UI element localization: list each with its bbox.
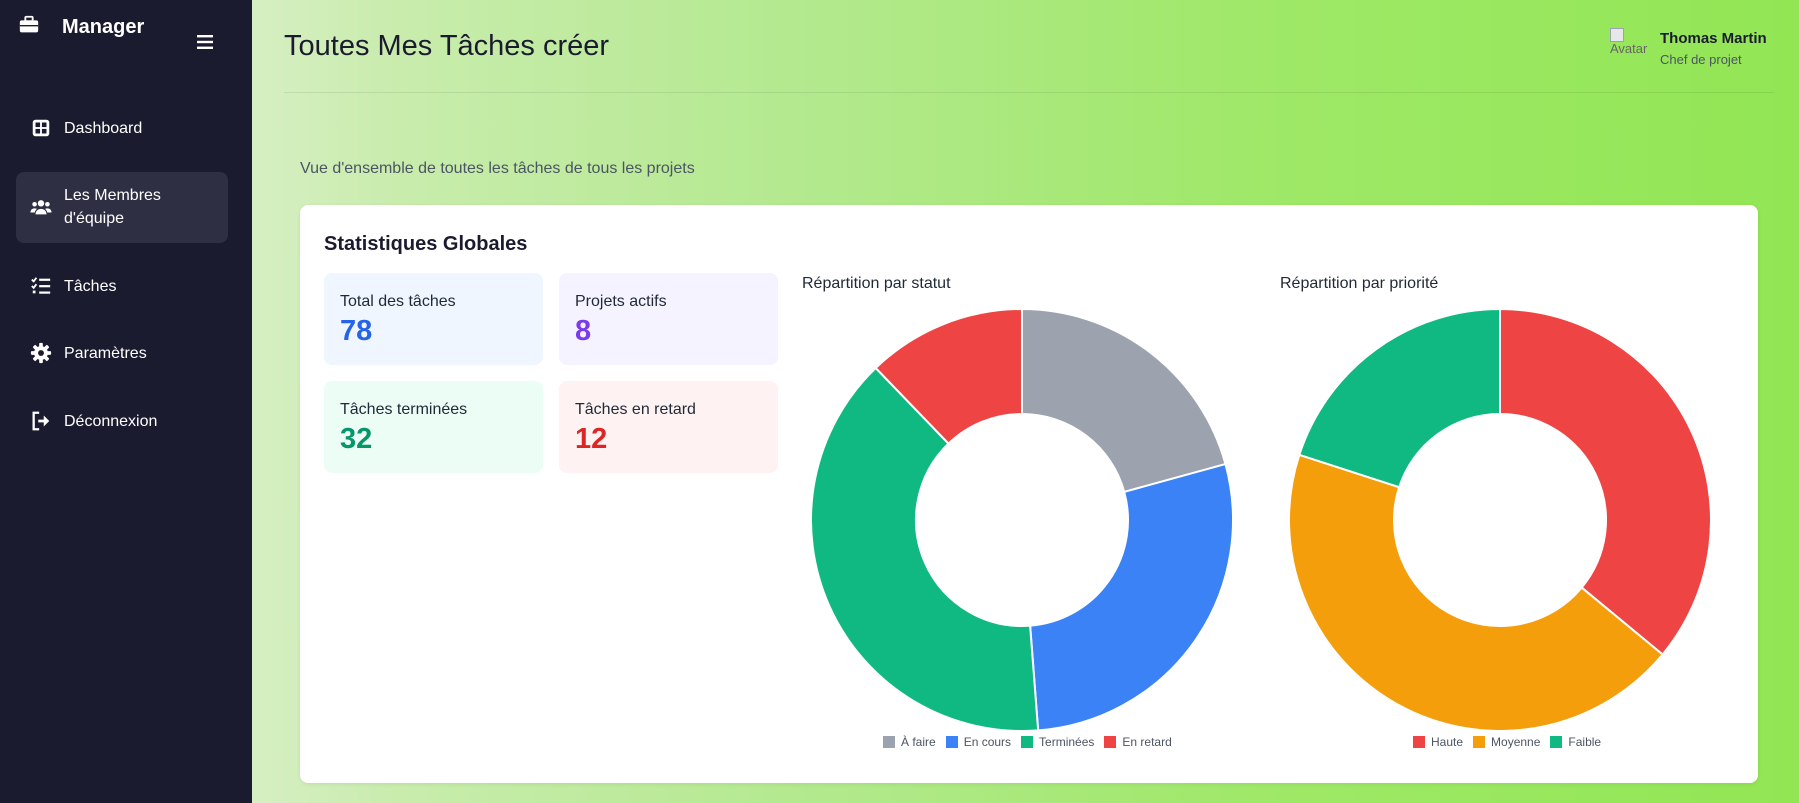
legend-swatch	[883, 736, 895, 748]
brand-name: Manager	[62, 16, 145, 38]
legend-item-moyenne[interactable]: Moyenne	[1473, 735, 1540, 749]
legend-swatch	[1550, 736, 1563, 748]
stat-active-projects: Projets actifs 8	[559, 273, 778, 365]
legend-item-en-cours[interactable]: En cours	[945, 735, 1012, 749]
legend-swatch	[1104, 736, 1117, 748]
stat-label: Tâches en retard	[575, 401, 696, 418]
legend-label: En retard	[1122, 735, 1172, 749]
stat-completed-tasks: Tâches terminées 32	[324, 381, 543, 473]
sidebar-item-label: Déconnexion	[64, 413, 158, 430]
users-icon	[30, 200, 52, 215]
sidebar-item-label: Paramètres	[64, 345, 147, 362]
stat-value: 8	[575, 315, 592, 347]
stat-value: 12	[575, 423, 608, 455]
legend-item-a-faire[interactable]: À faire	[883, 735, 936, 749]
priority-donut-chart	[1288, 307, 1712, 730]
legend-label: Moyenne	[1491, 735, 1541, 749]
sidebar-item-team-members[interactable]: Les Membres d'équipe	[16, 172, 228, 243]
stat-value: 78	[340, 315, 373, 347]
stat-label: Total des tâches	[340, 293, 456, 310]
brand[interactable]: Manager	[18, 14, 144, 38]
donut-slice-en-cours[interactable]	[1029, 462, 1234, 730]
legend-item-haute[interactable]: Haute	[1413, 735, 1463, 749]
label-line-1: Les Membres	[64, 187, 161, 204]
donut-slice-terminees[interactable]	[810, 366, 1040, 730]
briefcase-icon	[19, 15, 39, 33]
sidebar-item-label: Les Membres d'équipe	[64, 184, 161, 230]
status-donut-chart	[810, 307, 1234, 730]
legend-swatch	[1473, 736, 1486, 748]
stat-late-tasks: Tâches en retard 12	[559, 381, 778, 473]
user-name: Thomas Martin	[1660, 30, 1767, 47]
legend-label: Terminées	[1039, 735, 1095, 749]
page-title: Toutes Mes Tâches créer	[284, 30, 610, 62]
chart-title-priority: Répartition par priorité	[1280, 275, 1439, 292]
sidebar-item-dashboard[interactable]: Dashboard	[16, 117, 228, 141]
stat-value: 32	[340, 423, 373, 455]
user-role: Chef de projet	[1660, 52, 1742, 67]
legend-label: Faible	[1568, 735, 1602, 749]
status-chart-legend: À faire En cours Terminées En retard	[883, 735, 1172, 749]
donut-slice-a-faire[interactable]	[1021, 307, 1227, 494]
legend-label: En cours	[963, 735, 1012, 749]
legend-label: À faire	[901, 735, 936, 749]
stats-card: Statistiques Globales Total des tâches 7…	[300, 205, 1758, 783]
checklist-icon	[31, 277, 51, 294]
grid-icon	[32, 119, 50, 137]
sidebar: Manager Dashboard Les Membres d'équipe T…	[0, 0, 252, 803]
stat-label: Tâches terminées	[340, 401, 468, 418]
broken-image-icon	[1610, 28, 1624, 42]
card-title: Statistiques Globales	[324, 233, 528, 255]
legend-label: Haute	[1431, 735, 1464, 749]
legend-item-faible[interactable]: Faible	[1550, 735, 1601, 749]
donut-slice-faible[interactable]	[1298, 307, 1501, 489]
sidebar-item-tasks[interactable]: Tâches	[16, 275, 228, 299]
stat-total-tasks: Total des tâches 78	[324, 273, 543, 365]
sidebar-item-label: Dashboard	[64, 120, 143, 137]
donut-slice-haute[interactable]	[1499, 307, 1712, 656]
avatar: Avatar	[1610, 28, 1648, 66]
legend-swatch	[1413, 736, 1425, 748]
legend-swatch	[1021, 736, 1034, 748]
hamburger-menu-icon[interactable]	[195, 33, 215, 51]
legend-swatch	[945, 736, 958, 748]
chart-title-status: Répartition par statut	[802, 275, 951, 292]
legend-item-en-retard[interactable]: En retard	[1104, 735, 1172, 749]
gear-icon	[30, 342, 52, 364]
sidebar-item-logout[interactable]: Déconnexion	[16, 410, 228, 434]
sidebar-item-label: Tâches	[64, 278, 117, 295]
legend-item-terminees[interactable]: Terminées	[1021, 735, 1094, 749]
label-line-2: d'équipe	[64, 210, 124, 227]
priority-chart-legend: Haute Moyenne Faible	[1413, 735, 1601, 749]
header-divider	[284, 92, 1774, 93]
sidebar-item-settings[interactable]: Paramètres	[16, 342, 228, 366]
page-subtitle: Vue d'ensemble de toutes les tâches de t…	[300, 160, 695, 177]
logout-icon	[32, 411, 50, 431]
stat-label: Projets actifs	[575, 293, 667, 310]
avatar-alt-text: Avatar	[1610, 41, 1648, 56]
